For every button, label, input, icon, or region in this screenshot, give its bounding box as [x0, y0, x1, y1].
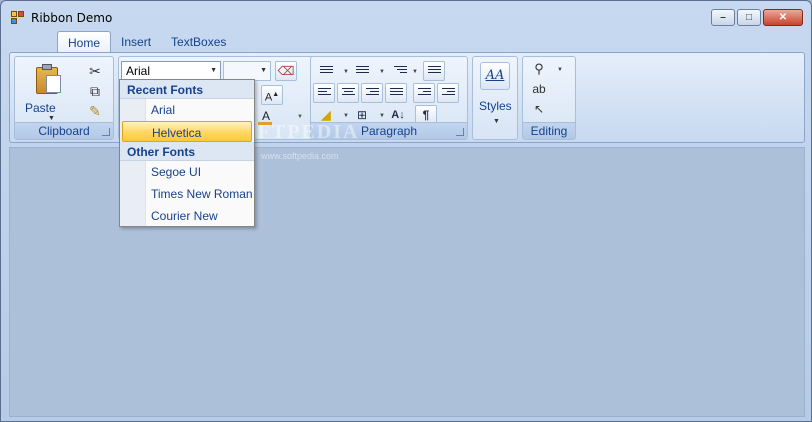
- clear-formatting-button[interactable]: ⌫: [275, 61, 297, 81]
- justify-icon: [390, 88, 403, 99]
- paste-icon: [36, 64, 62, 94]
- justify-button[interactable]: [385, 83, 407, 103]
- decrease-indent-icon: [418, 88, 431, 99]
- title-bar[interactable]: Ribbon Demo – □ ✕: [1, 1, 811, 33]
- align-center-button[interactable]: [337, 83, 359, 103]
- dialog-launcher-icon[interactable]: [102, 128, 110, 136]
- clipboard-group-label: Clipboard: [15, 122, 113, 139]
- chevron-down-icon[interactable]: ▼: [260, 67, 267, 74]
- replace-icon[interactable]: ab: [531, 81, 547, 97]
- other-fonts-header: Other Fonts: [120, 142, 254, 161]
- align-center-icon: [342, 88, 355, 99]
- font-option-helvetica[interactable]: Helvetica: [122, 121, 252, 142]
- chevron-down-icon: ▼: [493, 118, 500, 125]
- watermark-url: www.softpedia.com: [261, 151, 339, 161]
- app-window: Ribbon Demo – □ ✕ Home Insert TextBoxes …: [0, 0, 812, 422]
- recent-fonts-header: Recent Fonts: [120, 80, 254, 99]
- paste-button[interactable]: Paste ▼: [17, 59, 79, 122]
- numbering-button[interactable]: ▼: [351, 61, 385, 81]
- ribbon-tabs: Home Insert TextBoxes: [57, 31, 236, 53]
- app-icon[interactable]: [11, 11, 25, 25]
- grow-font-button[interactable]: A▲: [261, 85, 283, 105]
- eraser-icon: ⌫: [277, 64, 295, 78]
- maximize-icon: □: [745, 11, 753, 23]
- multilevel-list-icon: [394, 66, 407, 77]
- chevron-down-icon[interactable]: ▼: [557, 67, 563, 73]
- align-left-button[interactable]: [313, 83, 335, 103]
- chevron-down-icon[interactable]: ▼: [297, 114, 303, 120]
- font-name-value: Arial: [126, 64, 151, 78]
- increase-indent-button[interactable]: [437, 83, 459, 103]
- align-left-icon: [318, 88, 331, 99]
- paste-label: Paste: [25, 101, 56, 115]
- editing-group-label: Editing: [523, 122, 575, 139]
- line-spacing-button[interactable]: [423, 61, 445, 81]
- align-right-button[interactable]: [361, 83, 383, 103]
- copy-icon[interactable]: ⧉: [87, 83, 103, 99]
- styles-label: Styles: [479, 99, 512, 113]
- font-dropdown-list: Recent Fonts Arial Helvetica Other Fonts…: [119, 79, 255, 227]
- chevron-down-icon: ▼: [343, 69, 349, 75]
- find-icon[interactable]: ⚲: [531, 61, 547, 77]
- maximize-button[interactable]: □: [737, 9, 761, 26]
- font-option-arial[interactable]: Arial: [120, 99, 254, 120]
- editing-group: ⚲ ▼ ab ↖ Editing: [522, 56, 576, 140]
- minimize-button[interactable]: –: [711, 9, 735, 26]
- chevron-down-icon: ▼: [379, 69, 385, 75]
- chevron-down-icon: ▼: [48, 115, 55, 122]
- bullets-icon: [320, 66, 333, 77]
- tab-insert[interactable]: Insert: [111, 31, 161, 53]
- line-spacing-icon: [428, 66, 441, 77]
- dialog-launcher-icon[interactable]: [456, 128, 464, 136]
- format-painter-icon[interactable]: ✎: [87, 103, 103, 119]
- cut-icon[interactable]: ✂: [87, 63, 103, 79]
- select-icon[interactable]: ↖: [531, 101, 547, 117]
- chevron-down-icon: ▼: [379, 113, 385, 119]
- numbering-icon: [356, 66, 369, 77]
- tab-textboxes[interactable]: TextBoxes: [161, 31, 236, 53]
- font-size-combobox[interactable]: ▼: [223, 61, 271, 81]
- align-right-icon: [366, 88, 379, 99]
- styles-group[interactable]: AA Styles ▼: [472, 56, 518, 140]
- chevron-down-icon: ▼: [343, 113, 349, 119]
- bullets-button[interactable]: ▼: [315, 61, 349, 81]
- close-icon: ✕: [778, 11, 788, 23]
- decrease-indent-button[interactable]: [413, 83, 435, 103]
- styles-icon: AA: [480, 62, 510, 90]
- font-option-times-new-roman[interactable]: Times New Roman: [120, 183, 254, 204]
- chevron-down-icon[interactable]: ▼: [210, 67, 217, 74]
- font-option-segoe-ui[interactable]: Segoe UI: [120, 161, 254, 182]
- increase-indent-icon: [442, 88, 455, 99]
- chevron-down-icon: ▼: [412, 69, 418, 75]
- font-option-courier-new[interactable]: Courier New: [120, 205, 254, 226]
- minimize-icon: –: [720, 11, 726, 23]
- window-controls: – □ ✕: [711, 9, 803, 26]
- window-title: Ribbon Demo: [31, 11, 113, 25]
- font-name-combobox[interactable]: Arial ▼: [121, 61, 221, 81]
- tab-home[interactable]: Home: [57, 31, 112, 53]
- close-button[interactable]: ✕: [763, 9, 803, 26]
- clipboard-group: Paste ▼ ✂ ⧉ ✎ Clipboard: [14, 56, 114, 140]
- multilevel-list-button[interactable]: ▼: [389, 61, 418, 81]
